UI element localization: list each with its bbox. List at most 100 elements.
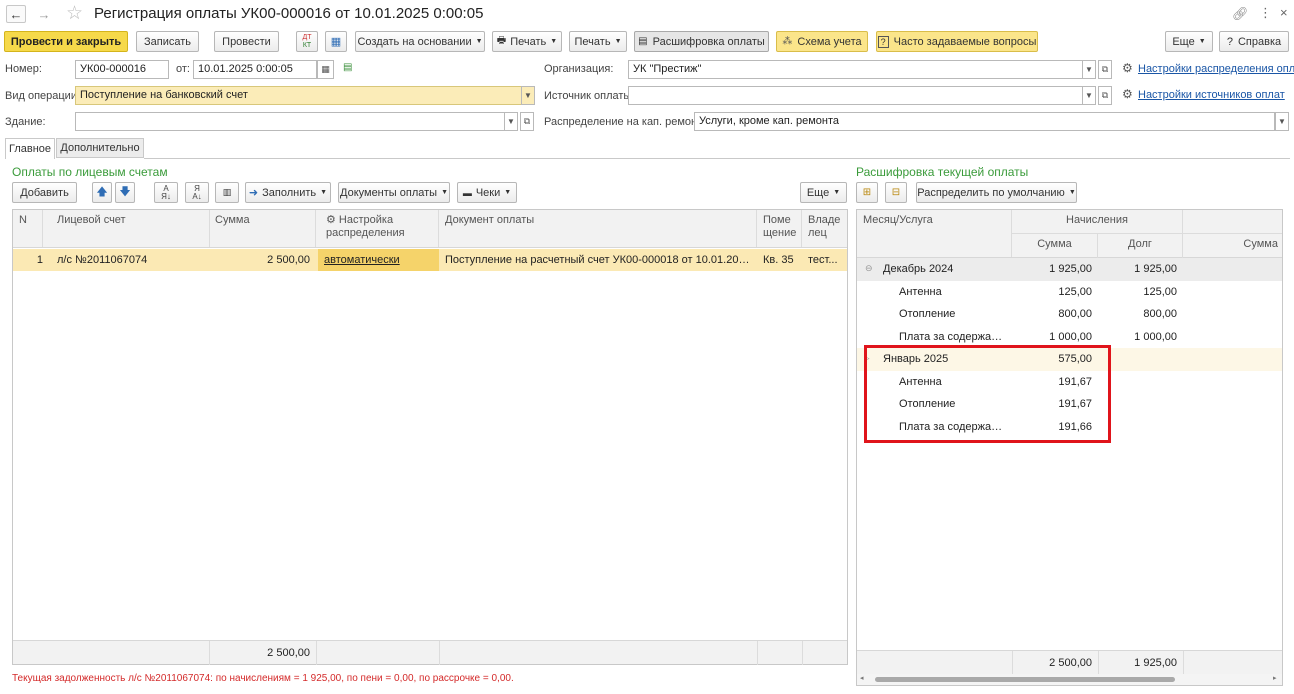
payment-docs-button[interactable]: Документы оплаты ▼ xyxy=(338,182,450,203)
capital-repair-field[interactable]: Услуги, кроме кап. ремонта xyxy=(694,112,1275,131)
print-menu-button[interactable]: Печать ▼ xyxy=(569,31,627,52)
faq-button[interactable]: ? Часто задаваемые вопросы xyxy=(876,31,1038,52)
col-n[interactable]: N xyxy=(13,210,43,247)
barcode-icon: ▥ xyxy=(222,187,232,197)
left-more-button[interactable]: Еще ▼ xyxy=(800,182,847,203)
barcode-button[interactable]: ▥ xyxy=(215,182,239,203)
source-dropdown-button[interactable]: ▼ xyxy=(1082,86,1096,105)
favorite-star-icon[interactable]: ☆ xyxy=(66,2,83,25)
scroll-right-icon[interactable]: ▸ xyxy=(1273,674,1277,682)
row-sum: 2 500,00 xyxy=(267,254,310,266)
help-button[interactable]: ? Справка xyxy=(1219,31,1289,52)
distribute-default-button[interactable]: Распределить по умолчанию ▼ xyxy=(916,182,1077,203)
col-account[interactable]: Лицевой счет xyxy=(51,210,210,247)
collapse-icon[interactable]: ⊖ xyxy=(865,263,873,274)
save-button[interactable]: Записать xyxy=(136,31,199,52)
move-down-button[interactable]: 🡇 xyxy=(115,182,135,203)
open-icon: ⧉ xyxy=(1101,64,1109,74)
source-settings-link[interactable]: Настройки источников оплат xyxy=(1138,89,1285,101)
sort-desc-button[interactable]: Я A↓ xyxy=(185,182,209,203)
col-debt[interactable]: Долг xyxy=(1098,234,1183,258)
post-status-icon[interactable]: ▤ xyxy=(343,62,352,73)
horizontal-scrollbar[interactable]: ◂ ▸ xyxy=(857,674,1282,685)
capital-repair-dropdown-button[interactable]: ▼ xyxy=(1275,112,1289,131)
accounting-scheme-button[interactable]: ⁂ Схема учета xyxy=(776,31,868,52)
row-owner: тест... xyxy=(808,254,838,266)
more-button[interactable]: Еще ▼ xyxy=(1165,31,1213,52)
dt-kt-button[interactable]: ДТ КТ xyxy=(296,31,318,52)
breakdown-row-name: Декабрь 2024 xyxy=(883,263,954,275)
structure-button[interactable]: ▦ xyxy=(325,31,347,52)
building-field[interactable] xyxy=(75,112,505,131)
col-sum[interactable]: Сумма xyxy=(209,210,316,247)
table-footer: 2 500,00 xyxy=(13,640,847,665)
org-open-button[interactable]: ⧉ xyxy=(1098,60,1112,79)
col-sum2[interactable]: Сумма xyxy=(1183,234,1282,258)
post-button[interactable]: Провести xyxy=(214,31,279,52)
tab-additional[interactable]: Дополнительно xyxy=(56,138,144,158)
add-button[interactable]: Добавить xyxy=(12,182,77,203)
dropdown-arrow-icon: ▼ xyxy=(475,38,483,45)
row-setting-link[interactable]: автоматически xyxy=(318,249,439,271)
breakdown-group-row[interactable]: Декабрь 2024 ⊖ 1 925,00 1 925,00 xyxy=(857,258,1282,281)
source-field[interactable] xyxy=(628,86,1083,105)
create-based-button[interactable]: Создать на основании ▼ xyxy=(355,31,485,52)
col-room[interactable]: Поме щение xyxy=(757,210,802,247)
breakdown-row-sum: 1 925,00 xyxy=(1049,263,1092,275)
col-owner[interactable]: Владе лец xyxy=(802,210,847,247)
col-accruals[interactable]: Начисления xyxy=(1012,210,1183,234)
breakdown-row[interactable]: Антенна 125,00 125,00 xyxy=(857,281,1282,304)
payment-breakdown-button[interactable]: ▤ Расшифровка оплаты xyxy=(634,31,769,52)
right-panel-title: Расшифровка текущей оплаты xyxy=(856,165,1029,179)
scroll-left-icon[interactable]: ◂ xyxy=(860,674,864,682)
debt-status-text: Текущая задолженность л/с №2011067074: п… xyxy=(12,673,514,684)
back-button[interactable]: ← xyxy=(6,5,26,23)
collapse-all-button[interactable]: ⊟ xyxy=(885,182,907,203)
dropdown-arrow-icon: ▼ xyxy=(1068,189,1076,196)
number-field[interactable]: УК00-000016 xyxy=(75,60,169,79)
org-field[interactable]: УК "Престиж" xyxy=(628,60,1083,79)
calendar-button[interactable]: ▦ xyxy=(317,60,334,79)
building-dropdown-button[interactable]: ▼ xyxy=(504,112,518,131)
col-setting[interactable]: ⚙ Настройка распределения xyxy=(316,210,439,247)
dropdown-arrow-icon: ▼ xyxy=(441,189,449,196)
footer-total-sum: 2 500,00 xyxy=(267,647,310,659)
operation-field[interactable]: Поступление на банковский счет xyxy=(75,86,522,105)
date-label: от: xyxy=(176,63,190,75)
operation-dropdown-button[interactable]: ▼ xyxy=(521,86,535,105)
col-service[interactable]: Месяц/Услуга xyxy=(857,210,1012,257)
link-icon[interactable]: 🔗︎ xyxy=(1232,6,1249,22)
tab-main[interactable]: Главное xyxy=(5,138,55,159)
table-row[interactable]: 1 л/с №2011067074 2 500,00 автоматически… xyxy=(13,249,847,271)
col-doc[interactable]: Документ оплаты xyxy=(439,210,757,247)
date-field[interactable]: 10.01.2025 0:00:05 xyxy=(193,60,317,79)
building-open-button[interactable]: ⧉ xyxy=(520,112,534,131)
expand-all-button[interactable]: ⊞ xyxy=(856,182,878,203)
arrow-right-icon: → xyxy=(37,6,51,22)
move-up-button[interactable]: 🡅 xyxy=(92,182,112,203)
dropdown-arrow-icon: ▼ xyxy=(320,189,328,196)
row-doc: Поступление на расчетный счет УК00-00001… xyxy=(445,254,757,266)
breakdown-footer: 2 500,00 1 925,00 xyxy=(857,650,1282,675)
capital-repair-label: Распределение на кап. ремонт: xyxy=(544,116,706,128)
breakdown-header: Месяц/Услуга Начисления Сумма Долг Сумма xyxy=(857,210,1282,258)
fill-button[interactable]: ➜ Заполнить ▼ xyxy=(245,182,331,203)
distribution-settings-link[interactable]: Настройки распределения оплат xyxy=(1138,63,1294,75)
arrow-left-icon: ← xyxy=(9,6,23,22)
arrow-down-icon: 🡇 xyxy=(119,186,131,198)
breakdown-row[interactable]: Отопление 800,00 800,00 xyxy=(857,303,1282,326)
forward-button[interactable]: → xyxy=(34,5,54,23)
receipts-button[interactable]: ▬ Чеки ▼ xyxy=(457,182,517,203)
print-button[interactable]: 🖶 Печать ▼ xyxy=(492,31,562,52)
org-dropdown-button[interactable]: ▼ xyxy=(1082,60,1096,79)
dropdown-arrow-icon: ▼ xyxy=(550,38,558,45)
close-icon[interactable]: × xyxy=(1280,5,1288,20)
post-and-close-button[interactable]: Провести и закрыть xyxy=(4,31,128,52)
scroll-thumb[interactable] xyxy=(875,677,1175,682)
fill-arrow-icon: ➜ xyxy=(248,187,259,199)
source-open-button[interactable]: ⧉ xyxy=(1098,86,1112,105)
sort-asc-button[interactable]: A Я↓ xyxy=(154,182,178,203)
gear-icon: ⚙ xyxy=(1122,61,1133,75)
col-accrual-sum[interactable]: Сумма xyxy=(1012,234,1098,258)
more-vert-icon[interactable]: ⋮ xyxy=(1259,5,1272,21)
